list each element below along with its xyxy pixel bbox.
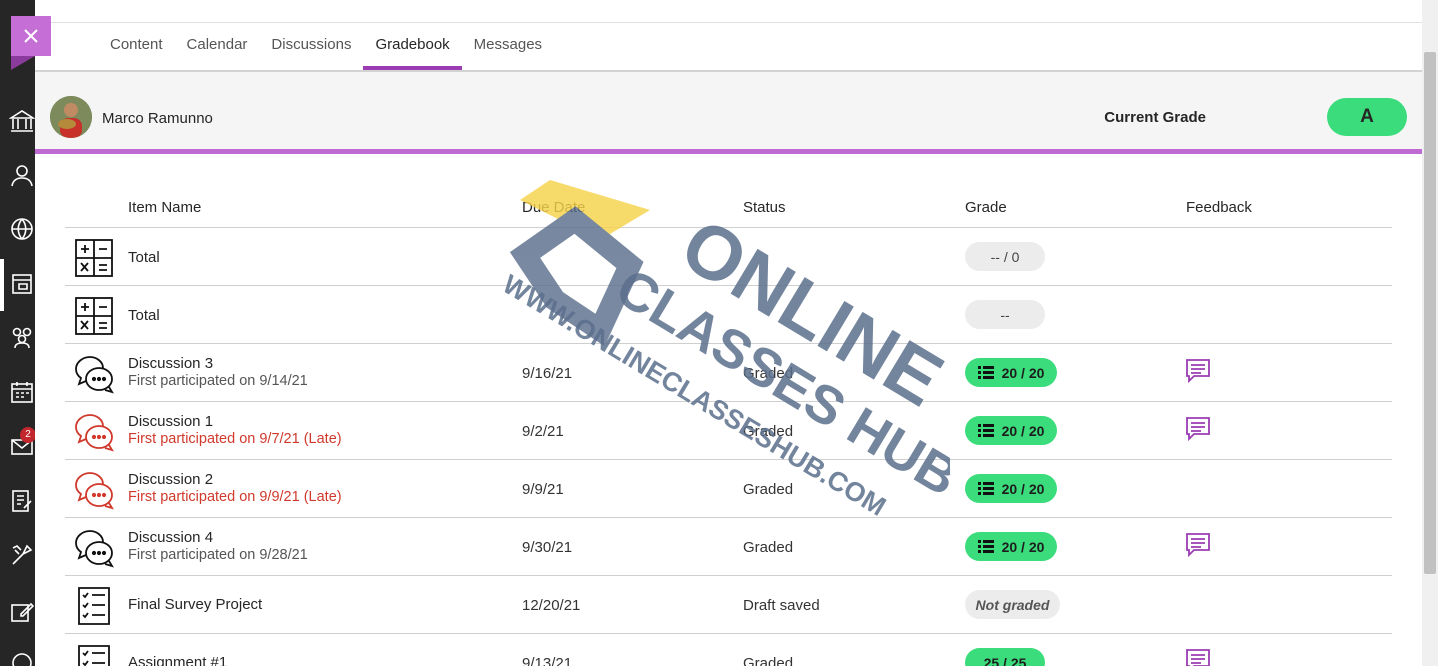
item-title[interactable]: Discussion 1: [128, 413, 213, 430]
gradebook-grid-icon: [977, 539, 994, 553]
table-row: Discussion 1 First participated on 9/7/2…: [65, 402, 1392, 460]
globe-icon[interactable]: [9, 216, 35, 242]
item-subtitle: First participated on 9/14/21: [128, 373, 308, 389]
grade-pill[interactable]: 20 / 20: [965, 358, 1057, 387]
checklist-icon: [73, 586, 115, 626]
tab-gradebook[interactable]: Gradebook: [363, 24, 462, 70]
panel-top-strip: [35, 0, 1422, 23]
tab-messages[interactable]: Messages: [462, 24, 554, 70]
grade-value: 20 / 20: [1001, 480, 1045, 497]
institution-icon[interactable]: [8, 108, 36, 134]
grades-icon[interactable]: [9, 488, 35, 514]
tools-icon[interactable]: [9, 542, 35, 568]
calculator-icon: [73, 296, 115, 336]
item-title[interactable]: Assignment #1: [128, 654, 227, 666]
grades-table: Item Name Due Date Status Grade Feedback…: [65, 182, 1392, 666]
grade-pill[interactable]: 25 / 25: [965, 648, 1045, 666]
grade-pill[interactable]: -- / 0: [965, 242, 1045, 271]
item-title[interactable]: Total: [128, 307, 160, 324]
tab-content[interactable]: Content: [98, 24, 175, 70]
gradebook-panel: Content Calendar Discussions Gradebook M…: [35, 0, 1422, 666]
feedback-comment-icon[interactable]: [1185, 416, 1211, 442]
calculator-icon: [73, 238, 115, 278]
avatar: [50, 96, 92, 138]
feedback-comment-icon[interactable]: [1185, 358, 1211, 384]
gradebook-grid-icon: [977, 481, 994, 495]
courses-icon[interactable]: [9, 271, 35, 297]
gradebook-grid-icon: [977, 423, 994, 437]
column-grade: Grade: [965, 199, 1007, 216]
table-row: Discussion 2 First participated on 9/9/2…: [65, 460, 1392, 518]
table-row: Assignment #1 9/13/21 Graded 25 / 25: [65, 634, 1392, 666]
grade-pill[interactable]: 20 / 20: [965, 474, 1057, 503]
status: Graded: [743, 655, 794, 666]
edit-icon[interactable]: [9, 599, 35, 625]
checklist-icon: [73, 644, 115, 666]
due-date: 9/30/21: [522, 539, 573, 556]
status: Graded: [743, 423, 794, 440]
table-row: Discussion 3 First participated on 9/14/…: [65, 344, 1392, 402]
discussion-bubbles-icon: [73, 412, 115, 452]
item-title[interactable]: Discussion 2: [128, 471, 213, 488]
status: Draft saved: [743, 597, 820, 614]
close-button[interactable]: [11, 16, 51, 70]
item-subtitle-late: First participated on 9/9/21 (Late): [128, 489, 342, 505]
current-grade-pill[interactable]: A: [1327, 98, 1407, 136]
column-due-date: Due Date: [522, 199, 586, 216]
table-row: Final Survey Project 12/20/21 Draft save…: [65, 576, 1392, 634]
grade-value: 20 / 20: [1001, 422, 1045, 439]
course-tabs: Content Calendar Discussions Gradebook M…: [98, 24, 554, 70]
due-date: 9/2/21: [522, 423, 564, 440]
messages-badge: 2: [20, 427, 36, 443]
feedback-comment-icon[interactable]: [1185, 532, 1211, 558]
item-subtitle: First participated on 9/28/21: [128, 547, 308, 563]
due-date: 9/16/21: [522, 365, 573, 382]
tab-discussions[interactable]: Discussions: [259, 24, 363, 70]
status: Graded: [743, 539, 794, 556]
student-summary-bar: Marco Ramunno Current Grade A: [35, 72, 1422, 154]
student-name: Marco Ramunno: [102, 110, 213, 127]
item-title[interactable]: Final Survey Project: [128, 596, 262, 613]
grade-pill[interactable]: 20 / 20: [965, 532, 1057, 561]
table-row: Total --: [65, 286, 1392, 344]
item-title[interactable]: Discussion 3: [128, 355, 213, 372]
table-row: Discussion 4 First participated on 9/28/…: [65, 518, 1392, 576]
scrollbar-thumb[interactable]: [1424, 52, 1436, 574]
close-icon: [24, 29, 38, 43]
column-status: Status: [743, 199, 786, 216]
discussion-bubbles-icon: [73, 528, 115, 568]
profile-icon[interactable]: [9, 162, 35, 188]
feedback-comment-icon[interactable]: [1185, 648, 1211, 666]
discussion-bubbles-icon: [73, 354, 115, 394]
current-grade-label: Current Grade: [1104, 109, 1206, 126]
grade-value: 20 / 20: [1001, 364, 1045, 381]
sign-out-icon[interactable]: [9, 650, 35, 666]
organizations-icon[interactable]: [9, 324, 35, 350]
tab-calendar[interactable]: Calendar: [175, 24, 260, 70]
column-feedback: Feedback: [1186, 199, 1252, 216]
column-item-name: Item Name: [128, 199, 202, 216]
item-subtitle-late: First participated on 9/7/21 (Late): [128, 431, 342, 447]
table-row: Total -- / 0: [65, 228, 1392, 286]
left-navigation-rail: 2: [0, 0, 36, 666]
grade-pill[interactable]: Not graded: [965, 590, 1060, 619]
due-date: 12/20/21: [522, 597, 581, 614]
grade-pill[interactable]: --: [965, 300, 1045, 329]
gradebook-grid-icon: [977, 365, 994, 379]
grade-value: 20 / 20: [1001, 538, 1045, 555]
calendar-icon[interactable]: [9, 379, 35, 405]
item-title[interactable]: Total: [128, 249, 160, 266]
status: Graded: [743, 365, 794, 382]
table-header: Item Name Due Date Status Grade Feedback: [65, 182, 1392, 228]
rail-active-indicator: [0, 259, 4, 311]
grade-pill[interactable]: 20 / 20: [965, 416, 1057, 445]
item-title[interactable]: Discussion 4: [128, 529, 213, 546]
discussion-bubbles-icon: [73, 470, 115, 510]
due-date: 9/13/21: [522, 655, 573, 666]
status: Graded: [743, 481, 794, 498]
due-date: 9/9/21: [522, 481, 564, 498]
